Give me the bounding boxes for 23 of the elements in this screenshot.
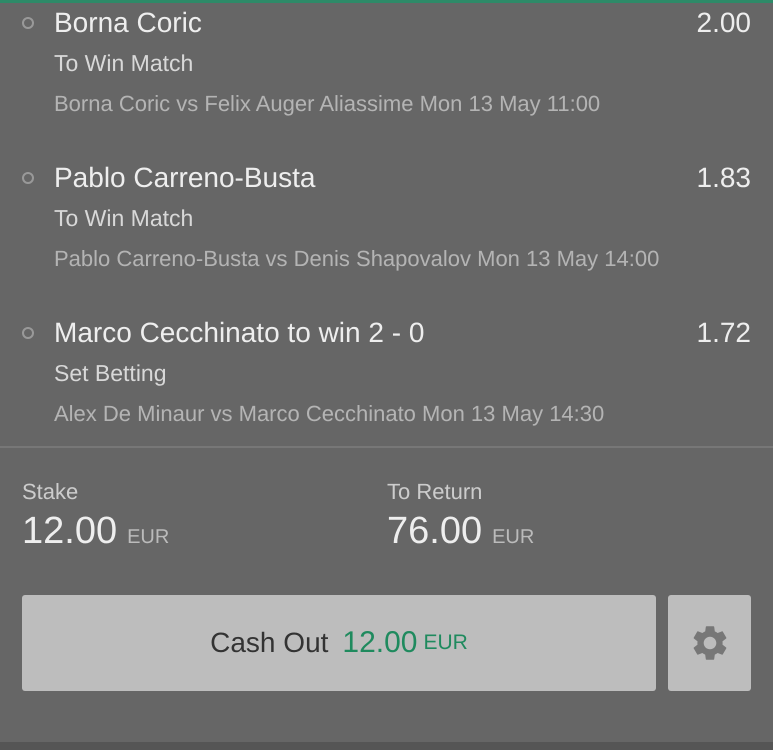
odds: 1.72 [696,316,751,350]
market-name: To Win Match [54,49,194,77]
event-details: Borna Coric vs Felix Auger Aliassime Mon 13 May 11:00 [54,90,602,118]
currency-label: EUR [127,526,170,548]
bullet-icon [22,17,34,29]
selection-name: Pablo Carreno-Busta [54,161,316,195]
market-name: Set Betting [54,359,168,387]
selection-name: Marco Cecchinato to win 2 - 0 [54,316,426,350]
odds: 2.00 [696,6,751,40]
event-details: Pablo Carreno-Busta vs Denis Shapovalov Mon 13 May 14:00 [54,245,660,273]
cash-out-button[interactable]: Cash Out 12.00 EUR [22,595,656,691]
bullet-icon [22,327,34,339]
event-details: Alex De Minaur vs Marco Cecchinato Mon 13 May 14:30 [54,400,606,428]
bullet-icon [22,172,34,184]
return-amount: 76.00 [387,510,482,552]
currency-label: EUR [492,526,534,548]
odds: 1.83 [696,161,751,195]
to-return-label: To Return [387,478,484,506]
settings-button[interactable] [668,595,751,691]
stake-label: Stake [22,478,80,506]
market-name: To Win Match [54,204,194,232]
selection-name: Borna Coric [54,6,203,40]
stake-amount: 12.00 [22,510,118,552]
